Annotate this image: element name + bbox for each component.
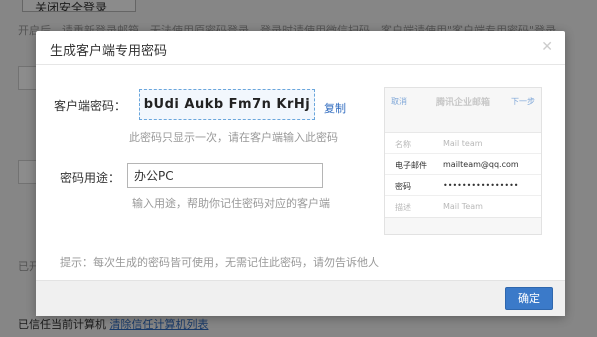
confirm-button[interactable]: 确定	[505, 287, 553, 310]
preview-value: ••••••••••••••••	[443, 181, 519, 190]
mail-client-preview: 取消 腾讯企业邮箱 下一步 名称 Mail team 电子邮件 mailteam…	[384, 87, 542, 235]
dialog-header: 生成客户端专用密码 ✕	[36, 31, 565, 65]
purpose-label: 密码用途：	[59, 171, 120, 185]
client-password-dialog: 生成客户端专用密码 ✕ 客户端密码： bUdi Aukb Fm7n KrHj 复…	[36, 31, 565, 316]
purpose-hint: 输入用途，帮助你记住密码对应的客户端	[132, 197, 330, 210]
preview-key: 名称	[395, 140, 411, 149]
preview-row: 名称 Mail team	[385, 133, 541, 154]
preview-next: 下一步	[511, 97, 535, 106]
security-tip: 提示：每次生成的密码皆可使用，无需记住此密码，请勿告诉他人	[60, 256, 379, 269]
preview-value: mailteam@qq.com	[443, 160, 519, 169]
dialog-footer: 确定	[36, 280, 565, 316]
preview-key: 密码	[395, 182, 411, 191]
preview-key: 电子邮件	[395, 161, 427, 170]
password-value: bUdi Aukb Fm7n KrHj	[143, 97, 311, 112]
purpose-input[interactable]	[127, 163, 323, 188]
dialog-title: 生成客户端专用密码	[50, 44, 168, 59]
password-hint: 此密码只显示一次，请在客户端输入此密码	[129, 131, 338, 144]
close-icon[interactable]: ✕	[541, 39, 553, 55]
preview-value: Mail team	[443, 139, 483, 148]
preview-value: Mail Team	[443, 202, 483, 211]
password-label: 客户端密码：	[53, 99, 126, 113]
preview-header: 取消 腾讯企业邮箱 下一步	[385, 88, 541, 114]
copy-password-link[interactable]: 复制	[324, 100, 346, 116]
preview-form: 名称 Mail team 电子邮件 mailteam@qq.com 密码 •••…	[385, 132, 541, 218]
preview-row: 电子邮件 mailteam@qq.com	[385, 154, 541, 175]
preview-row: 描述 Mail Team	[385, 196, 541, 217]
preview-key: 描述	[395, 203, 411, 212]
password-display: bUdi Aukb Fm7n KrHj	[139, 89, 315, 120]
preview-row: 密码 ••••••••••••••••	[385, 175, 541, 196]
